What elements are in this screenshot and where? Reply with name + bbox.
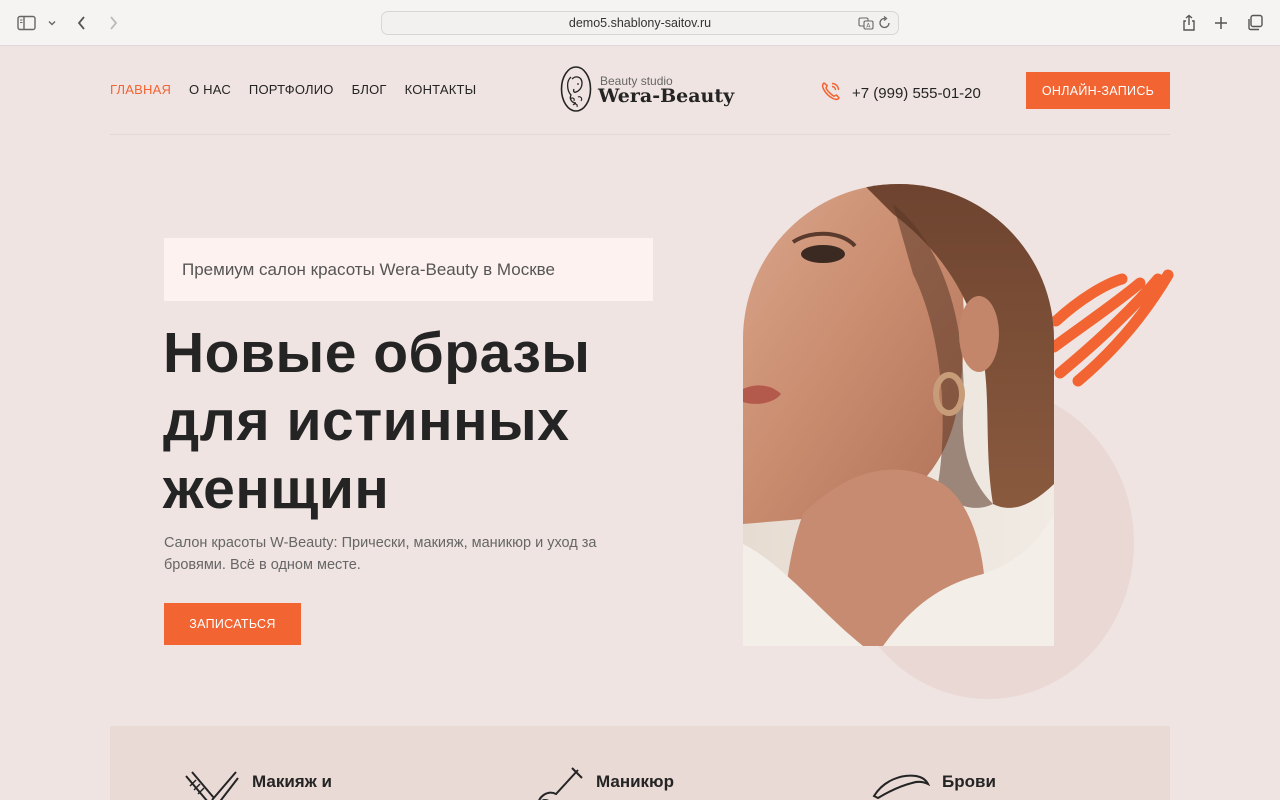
reload-icon[interactable] bbox=[878, 15, 892, 34]
forward-arrow-icon[interactable] bbox=[102, 12, 124, 34]
logo-title: Wera-Beauty bbox=[598, 85, 735, 108]
nav-item-blog[interactable]: БЛОГ bbox=[352, 82, 387, 97]
makeup-brush-icon bbox=[182, 766, 240, 800]
online-booking-button[interactable]: ОНЛАЙН-ЗАПИСЬ bbox=[1026, 72, 1170, 109]
nail-brush-icon bbox=[534, 766, 584, 800]
service-label: Маникюр bbox=[596, 772, 674, 791]
main-nav: ГЛАВНАЯ О НАС ПОРТФОЛИО БЛОГ КОНТАКТЫ bbox=[110, 82, 476, 97]
hero-tagline-text: Премиум салон красоты Wera-Beauty в Моск… bbox=[182, 259, 555, 279]
nav-item-home[interactable]: ГЛАВНАЯ bbox=[110, 82, 171, 97]
tab-overview-icon[interactable] bbox=[1244, 12, 1266, 34]
new-tab-icon[interactable] bbox=[1210, 12, 1232, 34]
logo-emblem-icon bbox=[560, 65, 592, 118]
sidebar-toggle-icon[interactable] bbox=[16, 12, 38, 34]
nav-item-portfolio[interactable]: ПОРТФОЛИО bbox=[249, 82, 334, 97]
hero-tagline: Премиум салон красоты Wera-Beauty в Моск… bbox=[164, 238, 653, 301]
logo[interactable]: Beauty studio Wera-Beauty bbox=[560, 65, 735, 118]
address-bar[interactable]: demo5.shablony-saitov.ru A bbox=[381, 11, 899, 35]
headline-line-3: женщин bbox=[163, 457, 390, 521]
headline-line-2: для истинных bbox=[163, 389, 570, 453]
share-icon[interactable] bbox=[1178, 12, 1200, 34]
browser-toolbar: demo5.shablony-saitov.ru A bbox=[0, 0, 1280, 46]
headline-line-1: Новые образы bbox=[163, 321, 591, 385]
decorative-scribble bbox=[1050, 269, 1174, 387]
hero-photo bbox=[743, 184, 1054, 646]
hero-description: Салон красоты W-Beauty: Прически, макияж… bbox=[164, 535, 597, 573]
chevron-down-icon[interactable] bbox=[41, 12, 63, 34]
url-text: demo5.shablony-saitov.ru bbox=[568, 16, 712, 30]
nav-item-about[interactable]: О НАС bbox=[189, 82, 231, 97]
hero-headline: Новые образы для истинных женщин bbox=[163, 319, 683, 523]
back-arrow-icon[interactable] bbox=[71, 12, 93, 34]
service-label: Брови bbox=[942, 772, 996, 791]
service-label: Макияж и bbox=[252, 772, 332, 791]
service-makeup[interactable]: Макияж и bbox=[182, 766, 332, 800]
phone-number: +7 (999) 555-01-20 bbox=[852, 84, 981, 102]
header-divider bbox=[110, 134, 1170, 135]
service-brows[interactable]: Брови bbox=[872, 766, 996, 800]
phone-contact[interactable]: +7 (999) 555-01-20 bbox=[820, 80, 981, 106]
phone-icon bbox=[820, 80, 842, 106]
eyebrow-icon bbox=[872, 766, 931, 800]
translate-icon[interactable]: A bbox=[858, 15, 874, 34]
book-button[interactable]: ЗАПИСАТЬСЯ bbox=[164, 603, 301, 645]
webpage: ГЛАВНАЯ О НАС ПОРТФОЛИО БЛОГ КОНТАКТЫ Be… bbox=[0, 47, 1280, 800]
services-strip: Макияж и Маникюр Брови bbox=[110, 726, 1170, 800]
service-manicure[interactable]: Маникюр bbox=[534, 766, 674, 800]
nav-item-contacts[interactable]: КОНТАКТЫ bbox=[405, 82, 477, 97]
